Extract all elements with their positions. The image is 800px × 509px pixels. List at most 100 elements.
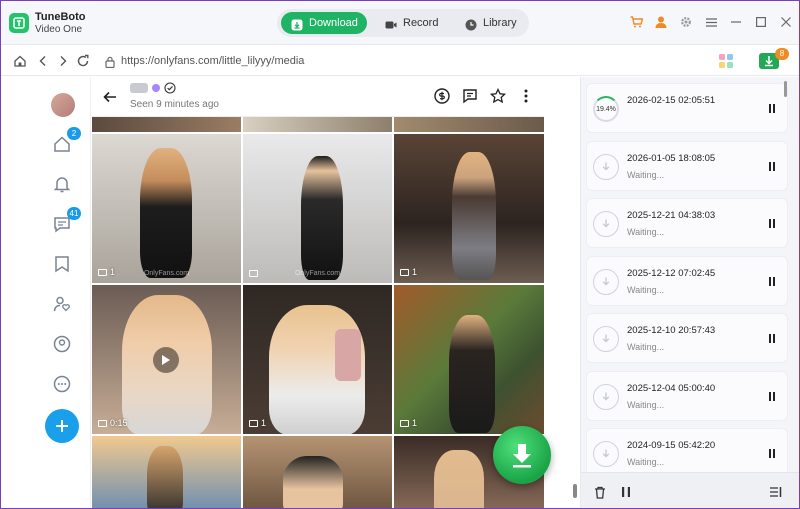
photo-subject xyxy=(301,156,343,280)
download-task[interactable]: 2025-12-04 05:00:40 Waiting... xyxy=(586,370,788,421)
close-icon[interactable] xyxy=(779,15,793,29)
pause-icon[interactable] xyxy=(769,219,777,228)
reload-icon[interactable] xyxy=(76,54,90,68)
download-waiting-icon xyxy=(593,211,619,237)
pause-icon[interactable] xyxy=(769,104,777,113)
nav-collections[interactable] xyxy=(51,253,73,275)
maximize-icon[interactable] xyxy=(754,15,768,29)
star-icon[interactable] xyxy=(490,88,506,104)
tuneboto-logo xyxy=(9,13,29,33)
media-tile[interactable]: 0:15 xyxy=(92,285,241,434)
download-queue-button[interactable]: 8 xyxy=(759,48,789,71)
media-caption: 1 xyxy=(98,267,115,277)
media-tile[interactable] xyxy=(92,436,241,508)
media-tile[interactable]: 1 xyxy=(394,134,544,283)
download-task[interactable]: 2026-01-05 18:08:05 Waiting... xyxy=(586,140,788,191)
tab-library[interactable]: Library xyxy=(455,12,525,34)
back-nav-icon[interactable] xyxy=(36,54,50,68)
photo-subject xyxy=(434,450,484,508)
download-waiting-icon xyxy=(593,268,619,295)
tip-dollar-icon[interactable] xyxy=(434,88,450,104)
pause-icon[interactable] xyxy=(769,276,777,286)
nav-messages[interactable]: 41 xyxy=(51,207,81,235)
download-task[interactable]: 2025-12-10 20:57:43 Waiting... xyxy=(586,313,788,363)
library-icon xyxy=(465,17,477,31)
nav-profile[interactable] xyxy=(51,333,73,355)
image-count-icon xyxy=(98,268,107,276)
record-icon xyxy=(385,17,397,29)
video-icon xyxy=(98,419,107,427)
media-tile[interactable]: OnlyFans.com xyxy=(243,134,392,283)
pause-icon[interactable] xyxy=(769,391,777,401)
new-post-button[interactable] xyxy=(45,409,79,443)
apps-grid-icon[interactable] xyxy=(719,54,733,68)
title-bar: TuneBoto Video One Download Record Libra… xyxy=(1,1,799,45)
task-date: 2025-12-10 20:57:43 xyxy=(627,325,716,336)
task-panel-scrollbar[interactable] xyxy=(784,81,787,97)
minimize-icon[interactable] xyxy=(729,15,743,29)
task-status: Waiting... xyxy=(627,169,665,180)
more-vertical-icon[interactable] xyxy=(518,88,534,104)
image-count-icon xyxy=(249,270,258,277)
media-caption: 1 xyxy=(400,418,417,428)
pause-icon[interactable] xyxy=(769,334,777,343)
nav-notifications[interactable] xyxy=(51,173,73,195)
progress-percent: 19.4% xyxy=(596,105,616,113)
download-fab[interactable] xyxy=(493,426,551,484)
lock-icon xyxy=(105,55,115,75)
avatar[interactable] xyxy=(51,93,75,117)
nav-subscriptions[interactable] xyxy=(51,293,73,315)
download-task[interactable]: 2025-12-12 07:02:45 Waiting... xyxy=(586,255,788,306)
left-nav: 2 41 xyxy=(31,77,91,508)
account-icon[interactable] xyxy=(654,15,668,29)
media-tile[interactable]: 1 xyxy=(394,285,544,434)
back-arrow-icon[interactable] xyxy=(102,89,118,110)
verified-icon xyxy=(164,82,176,94)
messages-badge: 41 xyxy=(67,207,81,220)
task-status: Waiting... xyxy=(627,227,665,237)
pause-icon[interactable] xyxy=(769,449,777,458)
url-field[interactable]: https://onlyfans.com/little_lilyyy/media xyxy=(101,51,701,71)
scrollbar-thumb[interactable] xyxy=(573,484,577,498)
photo-subject xyxy=(147,446,183,508)
message-compose-icon[interactable] xyxy=(462,88,478,104)
media-tile[interactable] xyxy=(243,436,392,508)
download-task[interactable]: 19.4% 2026-02-15 02:05:51 xyxy=(586,83,788,133)
download-task[interactable]: 2025-12-21 04:38:03 Waiting... xyxy=(586,198,788,248)
pause-all-icon[interactable] xyxy=(619,485,633,499)
profile-name xyxy=(130,82,176,94)
task-status: Waiting... xyxy=(627,284,665,295)
settings-gear-icon[interactable] xyxy=(679,15,693,29)
nav-home[interactable]: 2 xyxy=(51,127,81,155)
media-tile-partial[interactable] xyxy=(92,117,241,132)
download-waiting-icon xyxy=(593,153,619,180)
forward-nav-icon[interactable] xyxy=(56,54,70,68)
cart-icon[interactable] xyxy=(629,15,643,29)
menu-icon[interactable] xyxy=(704,15,718,29)
task-date: 2026-02-15 02:05:51 xyxy=(627,95,716,106)
task-date: 2025-12-21 04:38:03 xyxy=(627,210,716,221)
url-text: https://onlyfans.com/little_lilyyy/media xyxy=(121,55,305,67)
media-tile-partial[interactable] xyxy=(243,117,392,132)
photo-subject xyxy=(452,152,496,280)
media-tile[interactable]: 1 OnlyFans.com xyxy=(92,134,241,283)
tab-record[interactable]: Record xyxy=(375,12,445,34)
task-date: 2024-09-15 05:42:20 xyxy=(627,440,716,451)
profile-circle-icon xyxy=(53,335,71,353)
tab-download[interactable]: Download xyxy=(281,12,367,34)
queue-list-icon[interactable] xyxy=(769,485,783,499)
trash-icon[interactable] xyxy=(593,485,607,499)
download-arrow-icon xyxy=(513,444,531,468)
task-status: Waiting... xyxy=(627,399,665,410)
media-tile[interactable]: 1 xyxy=(243,285,392,434)
play-icon[interactable] xyxy=(153,347,179,373)
download-task[interactable]: 2024-09-15 05:42:20 Waiting... xyxy=(586,428,788,478)
pause-icon[interactable] xyxy=(769,161,777,171)
media-tile-partial[interactable] xyxy=(394,117,544,132)
home-icon[interactable] xyxy=(13,54,27,68)
task-status: Waiting... xyxy=(627,457,665,467)
nav-more[interactable] xyxy=(51,373,73,395)
media-caption xyxy=(249,270,261,277)
download-task-panel: 19.4% 2026-02-15 02:05:51 2026-01-05 18:08… xyxy=(580,77,799,508)
last-seen: Seen 9 minutes ago xyxy=(130,99,219,110)
